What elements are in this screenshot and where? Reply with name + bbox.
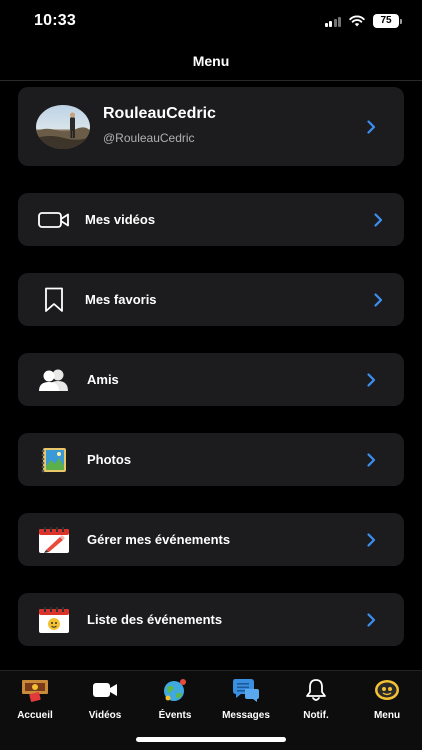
video-camera-icon (38, 205, 70, 234)
home-indicator (136, 737, 286, 742)
chevron-right-icon (367, 87, 376, 166)
chevron-right-icon (367, 353, 376, 406)
status-time: 10:33 (34, 12, 76, 29)
chevron-right-icon (367, 513, 376, 566)
cellular-signal-icon (324, 16, 341, 27)
avatar (36, 105, 90, 149)
bell-icon (281, 675, 351, 705)
chevron-right-icon (374, 193, 383, 246)
video-camera-icon (70, 675, 140, 705)
menu-item-label: Liste des événements (87, 612, 223, 627)
photo-album-icon (38, 445, 70, 474)
menu-item-mes-favoris[interactable]: Mes favoris (18, 273, 404, 326)
tab-label: Menu (373, 710, 401, 721)
calendar-list-icon (38, 605, 70, 634)
tab-menu[interactable]: Menu (352, 675, 422, 721)
chevron-right-icon (367, 593, 376, 646)
tab-notif[interactable]: Notif. (281, 675, 351, 721)
tab-label: Accueil (17, 710, 53, 721)
friends-icon (38, 365, 70, 394)
chevron-right-icon (367, 433, 376, 486)
tab-videos[interactable]: Vidéos (70, 675, 140, 721)
menu-item-label: Gérer mes événements (87, 532, 231, 547)
ticket-home-icon (0, 675, 70, 705)
menu-item-label: Mes vidéos (85, 212, 156, 227)
profile-name: RouleauCedric (103, 105, 216, 122)
menu-item-label: Photos (87, 452, 132, 467)
tab-label: Messages (222, 710, 270, 721)
menu-item-label: Amis (87, 372, 119, 387)
nav-header: Menu (0, 44, 422, 81)
status-icons: 75 (324, 14, 402, 28)
chevron-right-icon (374, 273, 383, 326)
tab-events[interactable]: Évents (140, 675, 210, 721)
tab-messages[interactable]: Messages (211, 675, 281, 721)
tab-label: Évents (158, 710, 192, 721)
wifi-icon (349, 15, 365, 27)
menu-item-label: Mes favoris (85, 292, 157, 307)
tab-accueil[interactable]: Accueil (0, 675, 70, 721)
tab-label: Notif. (303, 710, 329, 721)
menu-item-gerer-mes-evenements[interactable]: Gérer mes événements (18, 513, 404, 566)
menu-face-icon (352, 675, 422, 705)
menu-item-photos[interactable]: Photos (18, 433, 404, 486)
bookmark-icon (38, 285, 70, 314)
profile-card[interactable]: RouleauCedric @RouleauCedric (18, 87, 404, 166)
battery-level: 75 (373, 14, 399, 28)
page-title: Menu (192, 53, 230, 69)
globe-events-icon (140, 675, 210, 705)
battery-icon: 75 (373, 14, 402, 28)
menu-item-amis[interactable]: Amis (18, 353, 404, 406)
profile-handle: @RouleauCedric (103, 131, 195, 145)
menu-item-mes-videos[interactable]: Mes vidéos (18, 193, 404, 246)
tab-label: Vidéos (88, 710, 122, 721)
menu-item-liste-des-evenements[interactable]: Liste des événements (18, 593, 404, 646)
chat-bubbles-icon (211, 675, 281, 705)
calendar-edit-icon (38, 525, 70, 554)
status-bar: 10:33 75 (0, 0, 422, 44)
